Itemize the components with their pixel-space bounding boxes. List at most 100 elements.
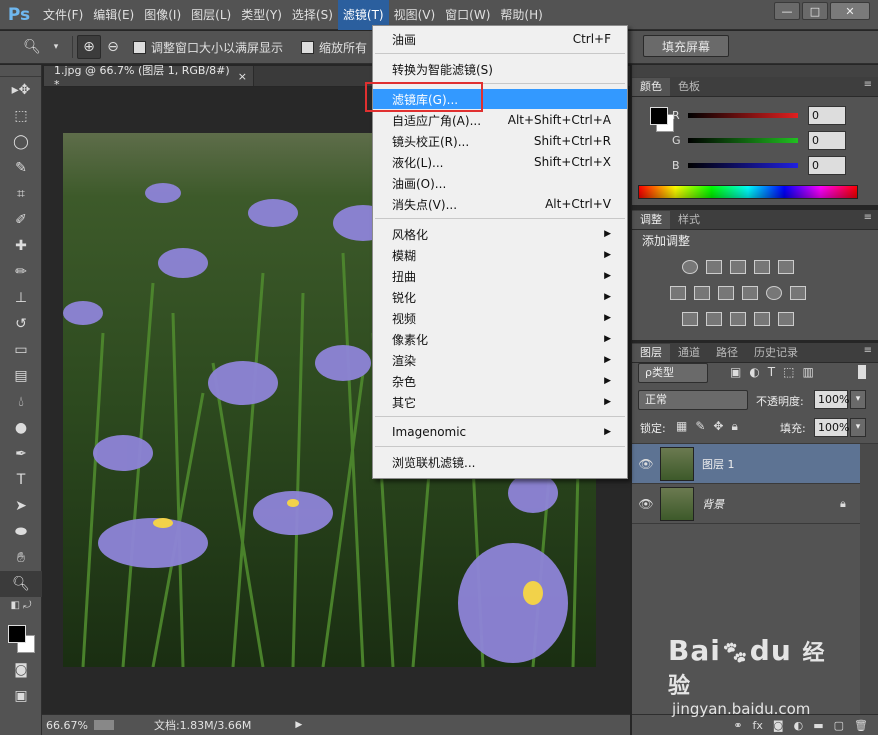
zoom-tool-icon[interactable]: 🔍︎ [20,35,44,59]
menu-edit[interactable]: 编辑(E) [88,0,139,30]
minimize-button[interactable]: — [774,2,800,20]
toolbox-grip[interactable] [0,65,41,77]
menu-item-lens-correction[interactable]: 镜头校正(R)... Shift+Ctrl+R [373,131,627,151]
menu-item-last-filter[interactable]: 油画 Ctrl+F [373,29,627,49]
threshold-icon[interactable] [730,312,746,326]
exposure-icon[interactable] [754,260,770,274]
tab-close-icon[interactable]: × [238,70,247,83]
menu-select[interactable]: 选择(S) [287,0,338,30]
zoom-out-icon[interactable]: ⊖ [101,35,125,59]
new-group-icon[interactable]: ▬ [813,719,823,732]
new-layer-icon[interactable]: ▢ [834,719,844,732]
photo-filter-icon[interactable] [742,286,758,300]
vibrance-icon[interactable] [778,260,794,274]
healing-brush-tool-icon[interactable]: ✚ [0,233,42,259]
zoom-level[interactable]: 66.67% [46,719,88,732]
gradient-map-icon[interactable] [778,312,794,326]
menu-file[interactable]: 文件(F) [38,0,88,30]
menu-item-sharpen[interactable]: 锐化 ▶ [373,287,627,307]
fill-screen-button[interactable]: 填充屏幕 [643,35,729,57]
history-brush-tool-icon[interactable]: ↺ [0,311,42,337]
tool-preset-dropdown-icon[interactable]: ▾ [44,35,68,59]
color-balance-icon[interactable] [694,286,710,300]
channel-mixer-icon[interactable] [766,286,782,300]
slider-r[interactable] [688,113,798,118]
status-menu-arrow-icon[interactable]: ▶ [295,720,302,730]
fit-window-checkbox[interactable] [133,40,146,54]
menu-item-liquify[interactable]: 液化(L)... Shift+Ctrl+X [373,152,627,172]
tab-styles[interactable]: 样式 [670,211,708,229]
link-layers-icon[interactable]: ⚭ [733,719,742,732]
menu-item-render[interactable]: 渲染 ▶ [373,350,627,370]
tab-swatches[interactable]: 色板 [670,78,708,96]
menu-item-imagenomic[interactable]: Imagenomic ▶ [373,422,627,442]
delete-layer-icon[interactable]: 🗑︎ [854,719,868,732]
document-tab[interactable]: 1.jpg @ 66.7% (图层 1, RGB/8#) * × [44,64,254,91]
menu-item-convert-smart-filter[interactable]: 转换为智能滤镜(S) [373,59,627,79]
value-g[interactable]: 0 [808,131,846,150]
zoom-all-checkbox[interactable] [301,40,315,54]
panel-menu-icon[interactable]: ≡ [864,79,872,90]
levels-icon[interactable] [706,260,722,274]
menu-item-adaptive-wide-angle[interactable]: 自适应广角(A)... Alt+Shift+Ctrl+A [373,110,627,130]
slider-b[interactable] [688,163,798,168]
eyedropper-tool-icon[interactable]: ✐ [0,207,42,233]
screen-mode-icon[interactable]: ▣ [0,683,42,709]
layer-filter-icons[interactable]: ▣◐T⬚▥ [730,365,822,379]
fill-dropdown-icon[interactable]: ▾ [850,418,866,437]
new-adjustment-icon[interactable]: ◐ [794,719,804,732]
menu-item-oil-paint[interactable]: 油画(O)... [373,173,627,193]
menu-item-pixelate[interactable]: 像素化 ▶ [373,329,627,349]
crop-tool-icon[interactable]: ⌗ [0,181,42,207]
panel-menu-icon[interactable]: ≡ [864,345,872,356]
tab-layers[interactable]: 图层 [632,344,670,362]
lasso-tool-icon[interactable]: ◯ [0,129,42,155]
menu-item-vanishing-point[interactable]: 消失点(V)... Alt+Ctrl+V [373,194,627,214]
brightness-contrast-icon[interactable] [682,260,698,274]
tab-channels[interactable]: 通道 [670,344,708,362]
selective-color-icon[interactable] [754,312,770,326]
tab-paths[interactable]: 路径 [708,344,746,362]
eraser-tool-icon[interactable]: ▭ [0,337,42,363]
brush-tool-icon[interactable]: ✏ [0,259,42,285]
menu-type[interactable]: 类型(Y) [236,0,287,30]
opacity-input[interactable]: 100% [814,390,849,409]
color-spectrum[interactable] [638,185,858,199]
menu-image[interactable]: 图像(I) [139,0,186,30]
quick-select-tool-icon[interactable]: ✎ [0,155,42,181]
color-lookup-icon[interactable] [790,286,806,300]
layer-name[interactable]: 图层 1 [702,456,860,472]
clone-stamp-tool-icon[interactable]: ⊥ [0,285,42,311]
posterize-icon[interactable] [706,312,722,326]
marquee-tool-icon[interactable]: ⬚ [0,103,42,129]
blur-tool-icon[interactable]: 💧︎ [0,389,42,415]
value-r[interactable]: 0 [808,106,846,125]
layer-row[interactable]: 👁︎ 图层 1 [632,444,860,484]
tab-adjustments[interactable]: 调整 [632,211,670,229]
path-select-tool-icon[interactable]: ➤ [0,493,42,519]
layer-style-icon[interactable]: fx [753,719,763,732]
visibility-eye-icon[interactable]: 👁︎ [632,497,660,511]
color-panel-fg-swatch[interactable] [650,107,668,125]
lock-icons[interactable]: ▦✎✥🔒︎ [676,419,746,434]
maximize-button[interactable]: □ [802,2,828,20]
quick-mask-icon[interactable]: ◙ [0,657,42,683]
menu-item-noise[interactable]: 杂色 ▶ [373,371,627,391]
zoom-tool-icon[interactable]: 🔍︎ [0,571,42,597]
layers-scrollbar[interactable] [860,444,878,714]
menu-item-browse-online-filters[interactable]: 浏览联机滤镜... [373,452,627,472]
menu-item-distort[interactable]: 扭曲 ▶ [373,266,627,286]
pen-tool-icon[interactable]: ✒ [0,441,42,467]
layer-filter-kind-select[interactable]: ρ类型 [638,363,708,383]
tab-history[interactable]: 历史记录 [746,344,806,362]
black-white-icon[interactable] [718,286,734,300]
opacity-dropdown-icon[interactable]: ▾ [850,390,866,409]
blend-mode-select[interactable]: 正常 [638,390,748,410]
invert-icon[interactable] [682,312,698,326]
menu-item-other[interactable]: 其它 ▶ [373,392,627,412]
layer-name[interactable]: 背景 [702,496,840,512]
visibility-eye-icon[interactable]: 👁︎ [632,457,660,471]
swap-colors-icon[interactable]: ◧ ⤾ [0,597,42,613]
move-tool-icon[interactable]: ▸✥ [0,77,42,103]
shape-tool-icon[interactable]: ⬬ [0,519,42,545]
